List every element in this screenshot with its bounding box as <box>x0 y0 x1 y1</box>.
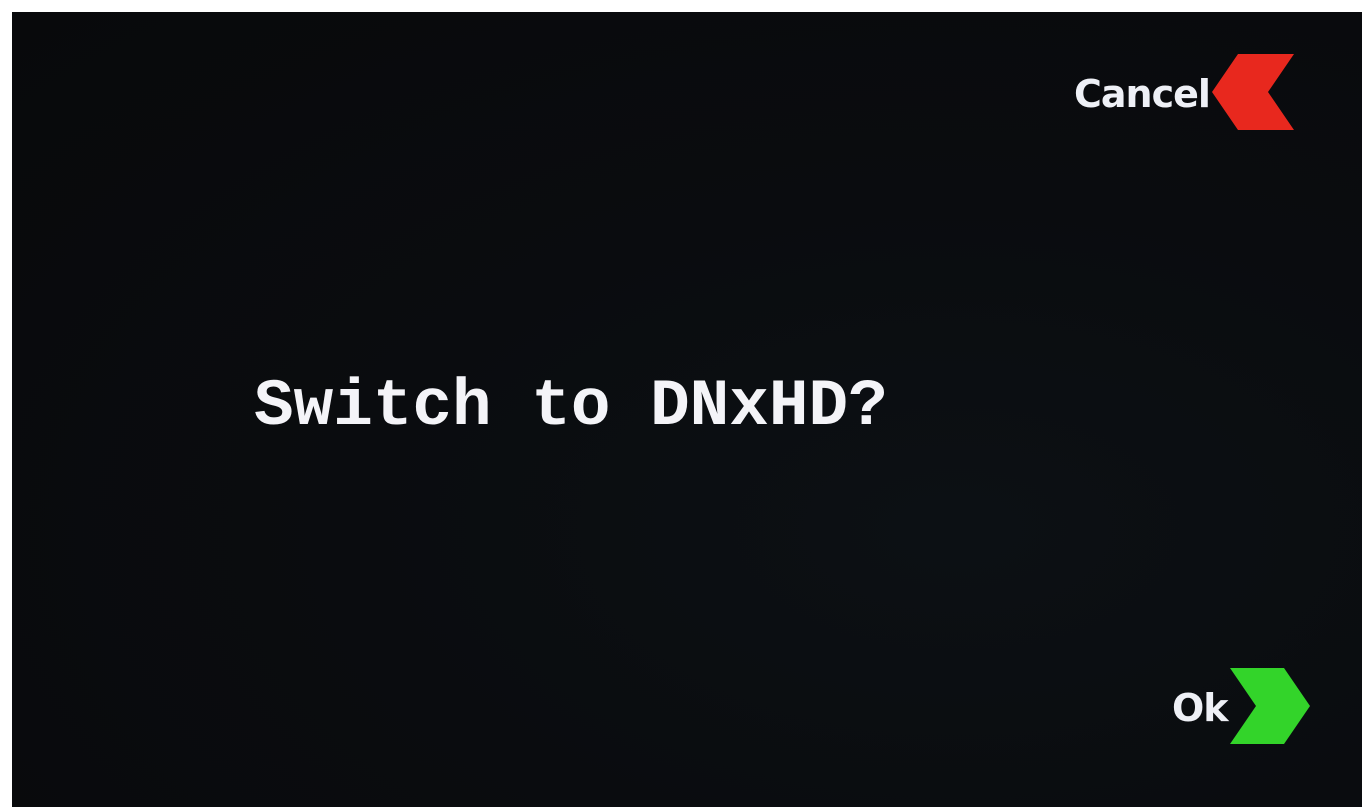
camera-screen: Cancel Switch to DNxHD? Ok <box>12 12 1362 807</box>
chevron-right-icon <box>1229 667 1310 749</box>
chevron-left-icon <box>1211 53 1294 135</box>
ok-chevron-shape <box>1229 667 1310 744</box>
ok-label: Ok <box>1172 686 1229 730</box>
display-frame: Cancel Switch to DNxHD? Ok <box>0 0 1362 807</box>
cancel-button[interactable]: Cancel <box>1074 53 1294 135</box>
dialog-prompt: Switch to DNxHD? <box>254 369 888 444</box>
ok-button[interactable]: Ok <box>1172 667 1310 749</box>
cancel-label: Cancel <box>1074 72 1211 116</box>
cancel-chevron-shape <box>1211 53 1294 130</box>
